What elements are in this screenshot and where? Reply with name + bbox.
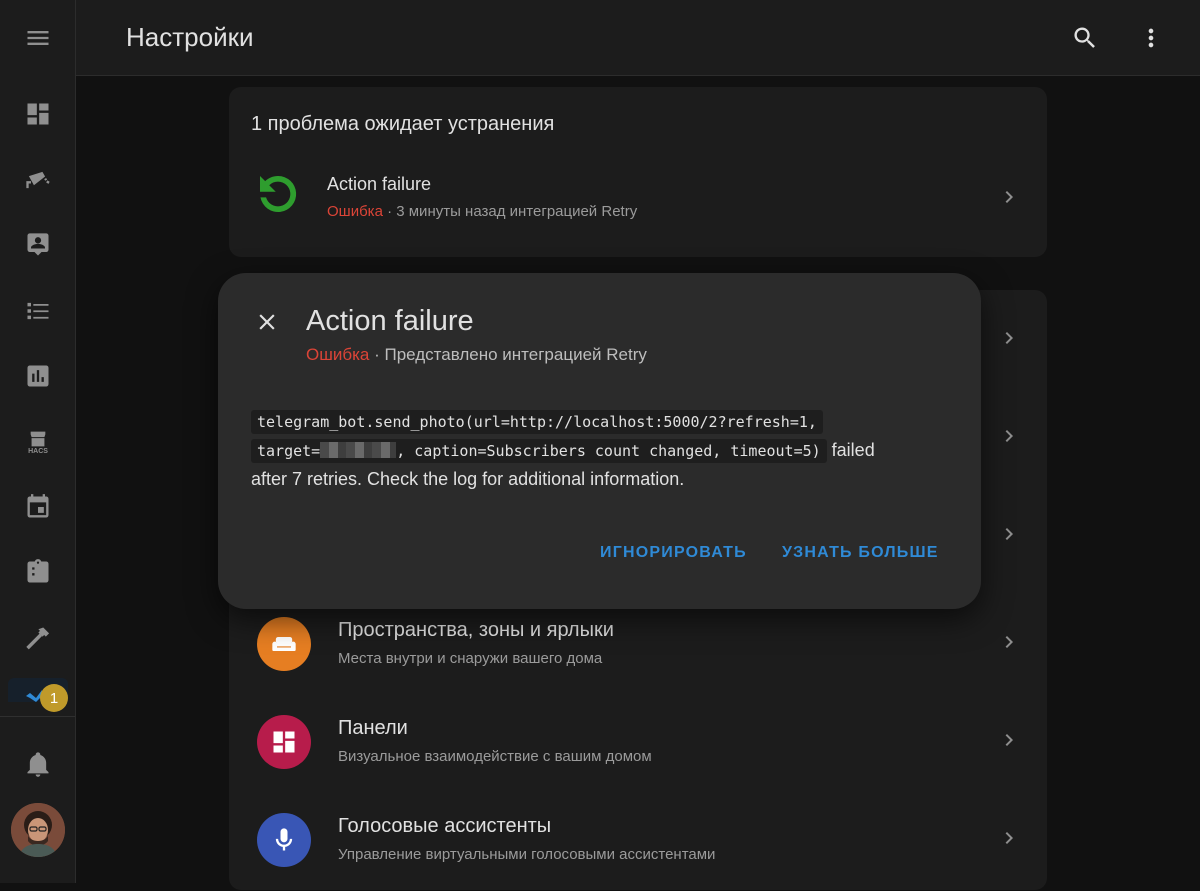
page-title: Настройки [126,22,254,52]
body-text-failed: failed [826,440,875,460]
view-dashboard-icon [257,715,311,769]
menu-item-subtitle: Управление виртуальными голосовыми ассис… [338,846,716,863]
code-line-2: target= , caption=Subscribers count chang… [251,439,827,463]
dialog-subtitle: Ошибка · Представлено интеграцией Retry [306,345,647,365]
menu-item-subtitle: Визуальное взаимодействие с вашим домом [338,748,652,765]
cctv-icon[interactable] [18,160,58,200]
hacs-label: HACS [28,447,48,455]
body-text-line-3: after 7 retries. Check the log for addit… [251,469,685,489]
chevron-right-icon[interactable] [997,522,1021,546]
chevron-right-icon[interactable] [997,326,1021,350]
code-line-2b: , caption=Subscribers count changed, tim… [396,442,821,460]
retry-icon [260,175,297,212]
code-line-1: telegram_bot.send_photo(url=http://local… [251,410,823,434]
calendar-icon[interactable] [18,487,58,527]
close-icon[interactable] [252,307,282,337]
avatar[interactable] [11,803,65,857]
repair-item-meta: · 3 минуты назад интеграцией Retry [382,203,638,220]
clipboard-list-icon[interactable] [18,552,58,592]
bell-icon[interactable] [18,744,58,784]
code-line-2a: target= [257,442,321,460]
chevron-right-icon [997,728,1021,752]
repair-item-status: Ошибка [327,203,383,220]
ignore-button[interactable]: ИГНОРИРОВАТЬ [600,544,747,562]
repair-item[interactable]: Action failure Ошибка · 3 минуты назад и… [229,157,1047,237]
hacs-store-icon[interactable]: HACS [18,421,58,461]
learn-more-button[interactable]: УЗНАТЬ БОЛЬШЕ [782,544,939,562]
chevron-right-icon [997,630,1021,654]
dialog-status: Ошибка [306,345,370,364]
menu-item-areas[interactable]: Пространства, зоны и ярлыки Места внутри… [229,597,1047,695]
account-box-icon[interactable] [18,225,58,265]
sofa-icon [257,617,311,671]
dialog-title: Action failure [306,305,474,337]
dashboard-icon[interactable] [18,94,58,134]
search-icon[interactable] [1067,20,1103,56]
dialog-meta: · Представлено интеграцией Retry [369,345,647,364]
menu-item-title: Панели [338,717,408,739]
chart-box-icon[interactable] [18,356,58,396]
more-vert-icon[interactable] [1133,20,1169,56]
chevron-right-icon[interactable] [997,424,1021,448]
microphone-icon [257,813,311,867]
sidebar: HACS 1 [0,0,76,883]
format-list-checks-icon[interactable] [18,291,58,331]
menu-icon[interactable] [18,18,58,58]
top-app-bar: Настройки [76,0,1200,76]
repairs-title: 1 проблема ожидает устранения [251,113,555,135]
chevron-right-icon [997,826,1021,850]
dialog-body: telegram_bot.send_photo(url=http://local… [251,407,941,493]
repair-dialog: Action failure Ошибка · Представлено инт… [218,273,981,609]
repairs-card: 1 проблема ожидает устранения Action fai… [229,87,1047,257]
menu-item-subtitle: Места внутри и снаружи вашего дома [338,650,603,667]
menu-item-dashboards[interactable]: Панели Визуальное взаимодействие с вашим… [229,695,1047,793]
menu-item-title: Голосовые ассистенты [338,815,552,837]
sidebar-divider [0,716,75,717]
redacted-target [320,442,397,458]
repair-item-title: Action failure [327,174,432,194]
notification-badge: 1 [40,684,68,712]
chevron-right-icon [997,185,1021,209]
repair-item-subtitle: Ошибка · 3 минуты назад интеграцией Retr… [327,203,637,220]
hammer-icon[interactable] [18,618,58,658]
menu-item-title: Пространства, зоны и ярлыки [338,619,614,641]
menu-item-voice-assistants[interactable]: Голосовые ассистенты Управление виртуаль… [229,793,1047,891]
